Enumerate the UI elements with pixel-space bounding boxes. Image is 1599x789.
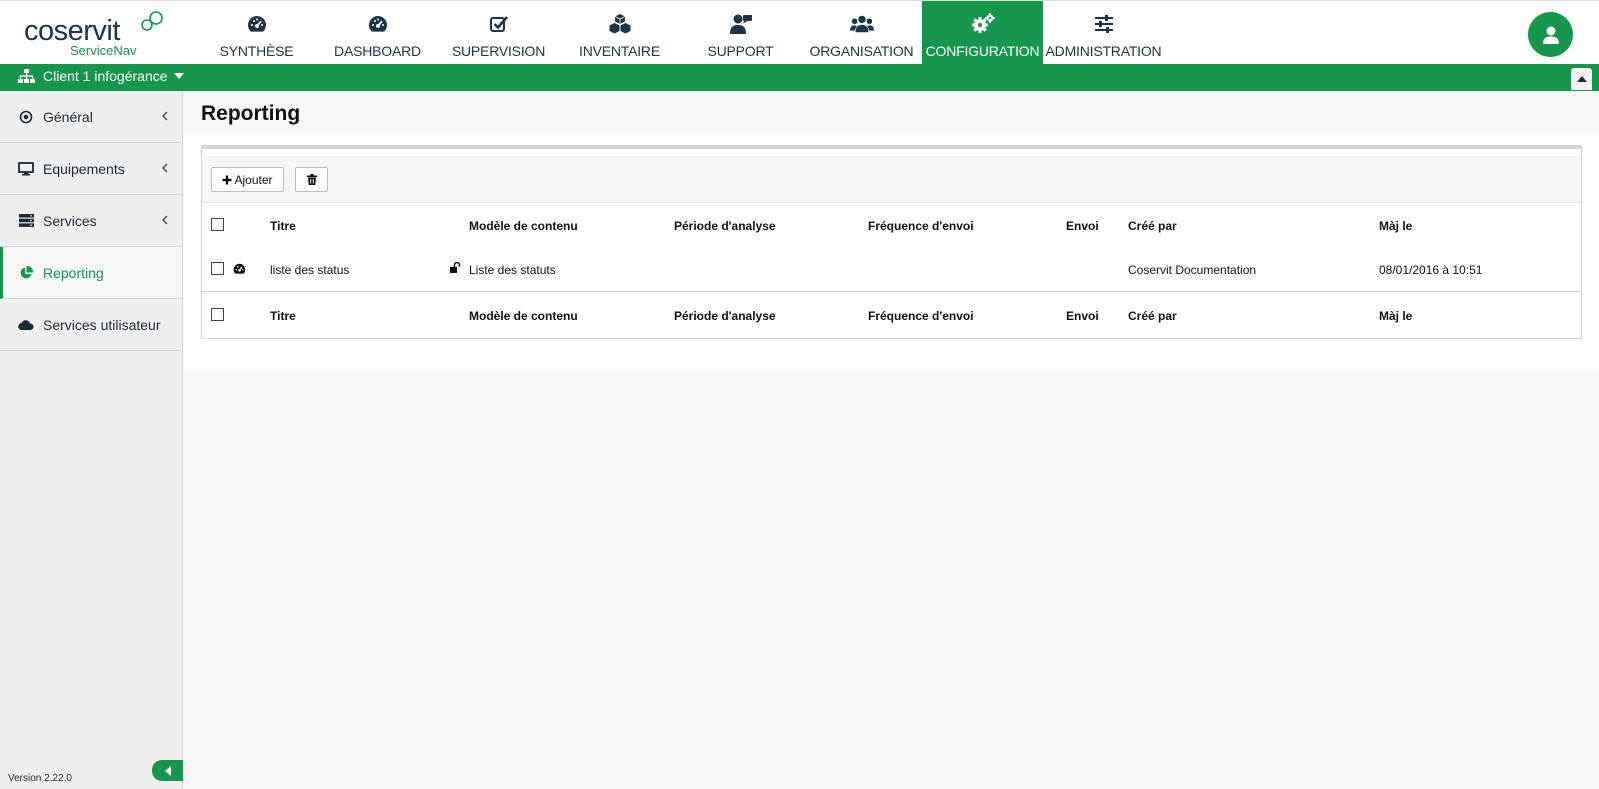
main-nav: SYNTHÈSE DASHBOARD SUPERVISION INVENTAIR… [196,1,1164,65]
unlock-icon [450,261,461,276]
nav-organisation[interactable]: ORGANISATION [801,1,922,65]
table-toolbar: Ajouter [202,156,1581,203]
nav-label: SYNTHÈSE [219,43,294,59]
client-name: Client 1 infogérance [43,68,168,84]
sidebar-item-services-utilisateur[interactable]: Services utilisateur [0,299,182,351]
chevron-left-icon [162,215,168,225]
row-checkbox[interactable] [211,262,224,275]
caret-up-icon [1576,76,1587,82]
cloud-icon [18,317,34,333]
sitemap-icon [18,68,35,83]
nav-label: SUPERVISION [451,43,546,59]
nav-configuration[interactable]: CONFIGURATION [922,1,1043,65]
client-bar: Client 1 infogérance [0,64,1599,91]
chevron-left-icon [162,111,168,121]
server-icon [18,213,34,229]
nav-label: ADMINISTRATION [1045,43,1162,59]
add-button-label: Ajouter [234,172,273,187]
main-header [184,91,1599,135]
user-avatar[interactable] [1528,12,1573,57]
plus-icon [222,175,232,184]
column-header-cree-par[interactable]: Créé par [1128,219,1177,233]
logo-rings-icon [141,11,163,31]
caret-down-icon [173,73,184,79]
sidebar: Général Equipements Services Reporting S… [0,91,183,789]
report-created-by: Coservit Documentation [1128,263,1257,277]
nav-label: CONFIGURATION [925,43,1040,59]
sidebar-item-general[interactable]: Général [0,91,182,143]
nav-dashboard[interactable]: DASHBOARD [317,1,438,65]
add-button[interactable]: Ajouter [211,167,284,192]
sliders-icon [1092,13,1116,35]
dot-circle-icon [18,109,34,125]
client-selector[interactable]: Client 1 infogérance [18,68,184,84]
nav-inventaire[interactable]: INVENTAIRE [559,1,680,65]
nav-administration[interactable]: ADMINISTRATION [1043,1,1164,65]
sidebar-item-equipements[interactable]: Equipements [0,143,182,195]
gauge-icon [366,13,390,35]
sidebar-item-label: Reporting [43,264,104,281]
table-divider [202,291,1581,292]
report-title[interactable]: liste des status [270,263,349,277]
column-footer-maj-le: Màj le [1379,309,1413,323]
monitor-icon [18,161,34,177]
sidebar-item-label: Equipements [43,160,125,177]
sidebar-item-label: Général [43,108,93,125]
coservit-logo[interactable]: coservit ServiceNav [24,9,164,59]
select-all-checkbox-footer[interactable] [211,308,224,321]
nav-label: SUPPORT [707,43,774,59]
dashboard-gauge-icon[interactable] [233,263,246,277]
sidebar-item-label: Services [43,212,97,229]
column-header-modele[interactable]: Modèle de contenu [469,219,578,233]
logo-product-name: ServiceNav [70,43,137,58]
sidebar-item-label: Services utilisateur [43,316,161,333]
sidebar-item-reporting[interactable]: Reporting [0,247,182,299]
trash-icon [306,174,317,185]
check-square-icon [487,13,511,35]
column-header-maj-le[interactable]: Màj le [1379,219,1412,233]
delete-button[interactable] [295,167,328,192]
column-footer-frequence: Fréquence d'envoi [868,309,974,323]
pie-chart-icon [18,265,34,281]
app-version: Version 2.22.0 [8,773,72,784]
nav-support[interactable]: SUPPORT [680,1,801,65]
caret-left-icon [164,765,171,776]
collapse-header-button[interactable] [1571,68,1592,90]
column-footer-cree-par: Créé par [1128,309,1177,323]
table-row[interactable]: liste des status Liste des statuts Coser… [202,248,1581,292]
collapse-sidebar-button[interactable] [152,760,183,781]
reports-panel: Ajouter Titre Modèle de contenu Période … [201,145,1582,339]
gauge-icon [245,13,269,35]
column-footer-envoi: Envoi [1066,309,1099,323]
cubes-icon [608,13,632,35]
column-footer-titre: Titre [270,309,296,323]
column-header-frequence[interactable]: Fréquence d'envoi [868,219,974,233]
user-icon [1542,26,1559,44]
sidebar-item-services[interactable]: Services [0,195,182,247]
report-content-model: Liste des statuts [469,263,556,277]
column-header-periode[interactable]: Période d'analyse [674,219,776,233]
nav-label: ORGANISATION [809,43,914,59]
page-title: Reporting [201,102,301,125]
top-header: coservit ServiceNav SYNTHÈSE DASHBOARD S… [0,0,1599,65]
chevron-left-icon [162,163,168,173]
table-header-row: Titre Modèle de contenu Période d'analys… [202,204,1581,248]
nav-label: DASHBOARD [334,43,421,59]
report-updated-at: 08/01/2016 à 10:51 [1379,263,1483,277]
table-footer-row: Titre Modèle de contenu Période d'analys… [202,294,1581,338]
column-header-envoi[interactable]: Envoi [1066,219,1099,233]
support-agent-icon [729,13,753,35]
users-icon [849,13,874,35]
column-header-titre[interactable]: Titre [270,219,296,233]
column-footer-periode: Période d'analyse [674,309,776,323]
nav-synthese[interactable]: SYNTHÈSE [196,1,317,65]
nav-supervision[interactable]: SUPERVISION [438,1,559,65]
column-footer-modele: Modèle de contenu [469,309,578,323]
nav-label: INVENTAIRE [579,43,660,59]
gears-icon [971,13,995,35]
select-all-checkbox[interactable] [211,218,224,231]
